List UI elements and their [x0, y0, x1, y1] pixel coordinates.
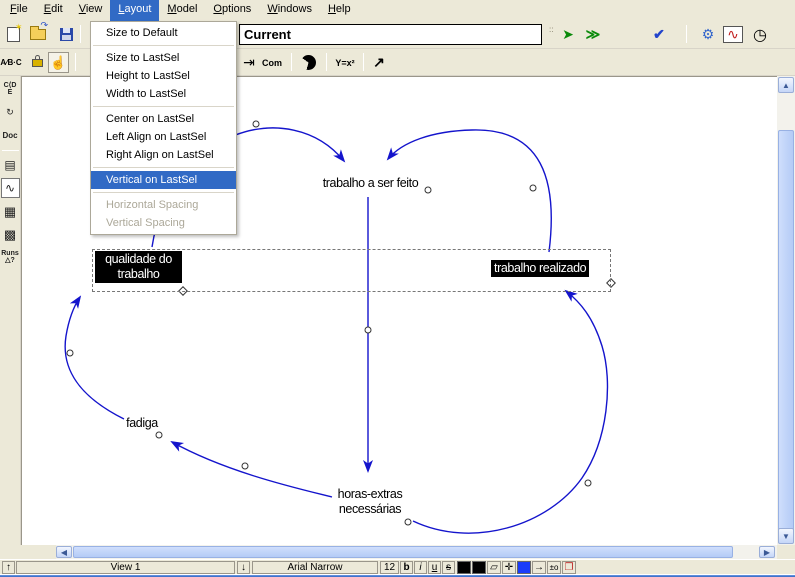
box-color-swatch[interactable]	[472, 561, 486, 574]
loops-tool-icon[interactable]: ⚙	[697, 24, 719, 45]
runs-compare-icon[interactable]: Runs △?	[1, 247, 20, 267]
table-time-icon[interactable]: ▩	[1, 224, 20, 244]
graph-icon[interactable]: ∿	[1, 178, 20, 198]
toolbar-separator	[363, 53, 364, 71]
scroll-down-icon[interactable]: ▼	[778, 528, 794, 544]
polarity-button[interactable]: ±o	[547, 561, 561, 574]
menu-bar: File Edit View Layout Model Options Wind…	[0, 0, 795, 21]
abc-tool-icon[interactable]: A⁄B·C	[0, 52, 22, 73]
uses-tree-icon[interactable]: C⟨D E	[1, 79, 20, 99]
delete-pacman-icon[interactable]	[297, 52, 319, 73]
horizontal-scrollbar[interactable]: ◀ ▶	[0, 545, 795, 559]
open-model-icon[interactable]	[27, 24, 49, 45]
comment-tool-icon[interactable]: Com	[258, 52, 286, 73]
view-down-icon[interactable]: ↓	[237, 561, 250, 574]
run-batch-icon[interactable]: ≫	[582, 24, 604, 45]
menu-view[interactable]: View	[71, 0, 111, 21]
menu-item-vertical-spacing: Vertical Spacing	[91, 214, 236, 232]
vertical-scroll-thumb[interactable]	[778, 130, 794, 543]
graph-tool-icon[interactable]: ∿	[723, 26, 743, 43]
equations-tool-icon[interactable]: Y=x²	[332, 52, 358, 73]
loops-icon[interactable]: ↻	[1, 102, 20, 122]
horizontal-scroll-thumb[interactable]	[73, 546, 733, 558]
analysis-sidebar: C⟨D E ↻ Doc ▤ ∿ ▦ ▩ Runs △?	[0, 76, 21, 545]
font-size-field[interactable]: 12	[380, 561, 399, 574]
folder-icon	[30, 29, 46, 40]
menu-item-right-align-on-lastsel[interactable]: Right Align on LastSel	[91, 146, 236, 164]
clock-tool-icon[interactable]: ◷	[749, 24, 771, 45]
toolbar-separator	[80, 25, 81, 43]
menu-item-center-on-lastsel[interactable]: Center on LastSel	[91, 110, 236, 128]
menu-item-left-align-on-lastsel[interactable]: Left Align on LastSel	[91, 128, 236, 146]
hscroll-gap	[0, 545, 56, 559]
menu-layout[interactable]: Layout	[110, 0, 159, 21]
text-color-swatch[interactable]	[457, 561, 471, 574]
menu-windows[interactable]: Windows	[259, 0, 320, 21]
hand-move-icon[interactable]: ☝	[48, 52, 69, 73]
new-model-icon[interactable]	[2, 24, 24, 45]
sidebar-separator	[2, 150, 19, 151]
scroll-left-icon[interactable]: ◀	[56, 546, 72, 558]
menu-item-horizontal-spacing: Horizontal Spacing	[91, 196, 236, 214]
pacman-shape	[301, 55, 316, 70]
view-up-icon[interactable]: ↑	[2, 561, 15, 574]
variable-trabalho-realizado[interactable]: trabalho realizado	[491, 260, 589, 277]
italic-button[interactable]: i	[414, 561, 427, 574]
status-font-bar: ↑ View 1 ↓ Arial Narrow 12 b i u s ▱ ✛ →…	[0, 559, 795, 574]
arrow-style-button[interactable]: →	[532, 561, 546, 574]
view-name-field[interactable]: View 1	[16, 561, 235, 574]
save-model-icon[interactable]	[55, 24, 77, 45]
toolbar-separator	[686, 25, 687, 43]
shape-button[interactable]: ▱	[487, 561, 501, 574]
font-name-field[interactable]: Arial Narrow	[252, 561, 378, 574]
menu-separator	[93, 106, 234, 107]
menu-file[interactable]: File	[2, 0, 36, 21]
variable-horas-extras-necessarias[interactable]: horas-extras necessárias	[318, 487, 422, 517]
disk-icon	[60, 28, 73, 41]
toolbar-separator	[75, 53, 76, 71]
variable-trabalho-a-ser-feito[interactable]: trabalho a ser feito	[308, 176, 433, 191]
scroll-up-icon[interactable]: ▲	[778, 77, 794, 93]
menu-edit[interactable]: Edit	[36, 0, 71, 21]
scrollbar-corner	[777, 545, 795, 559]
strike-button[interactable]: s	[442, 561, 455, 574]
cascade-windows-button[interactable]: ❐	[562, 561, 576, 574]
menu-separator	[93, 192, 234, 193]
variable-fadiga[interactable]: fadiga	[113, 416, 171, 431]
doc-icon[interactable]: Doc	[1, 125, 20, 145]
toolbar-separator	[291, 53, 292, 71]
simulation-name-input[interactable]	[239, 24, 542, 45]
reference-mode-icon[interactable]: ↗	[368, 52, 390, 73]
vertical-scrollbar[interactable]: ▲ ▼	[777, 76, 795, 545]
padlock-shape	[32, 59, 43, 67]
menu-help[interactable]: Help	[320, 0, 359, 21]
page-icon	[7, 27, 20, 42]
menu-model[interactable]: Model	[159, 0, 205, 21]
menu-item-size-to-default[interactable]: Size to Default	[91, 24, 236, 42]
merge-tool-icon[interactable]: ⇥	[238, 52, 260, 73]
menu-item-size-to-lastsel[interactable]: Size to LastSel	[91, 49, 236, 67]
variable-qualidade-do-trabalho[interactable]: qualidade do trabalho	[95, 251, 182, 283]
run-simulation-icon[interactable]: ➤	[557, 24, 579, 45]
layout-dropdown-menu: Size to Default Size to LastSel Height t…	[90, 21, 237, 235]
scroll-right-icon[interactable]: ▶	[759, 546, 775, 558]
menu-separator	[93, 45, 234, 46]
check-model-icon[interactable]: ✔	[648, 24, 670, 45]
lock-icon[interactable]	[26, 52, 48, 73]
bold-button[interactable]: b	[400, 561, 413, 574]
menu-item-width-to-lastsel[interactable]: Width to LastSel	[91, 85, 236, 103]
causes-strip-icon[interactable]: ▤	[1, 155, 20, 175]
menu-separator	[93, 167, 234, 168]
table-icon[interactable]: ▦	[1, 201, 20, 221]
underline-button[interactable]: u	[428, 561, 441, 574]
menu-item-height-to-lastsel[interactable]: Height to LastSel	[91, 67, 236, 85]
toolbar-separator	[326, 53, 327, 71]
fill-color-swatch[interactable]	[517, 561, 531, 574]
menu-options[interactable]: Options	[205, 0, 259, 21]
toolbar-grip: ∶∶	[549, 28, 552, 42]
position-button[interactable]: ✛	[502, 561, 516, 574]
menu-item-vertical-on-lastsel[interactable]: Vertical on LastSel	[91, 171, 236, 189]
